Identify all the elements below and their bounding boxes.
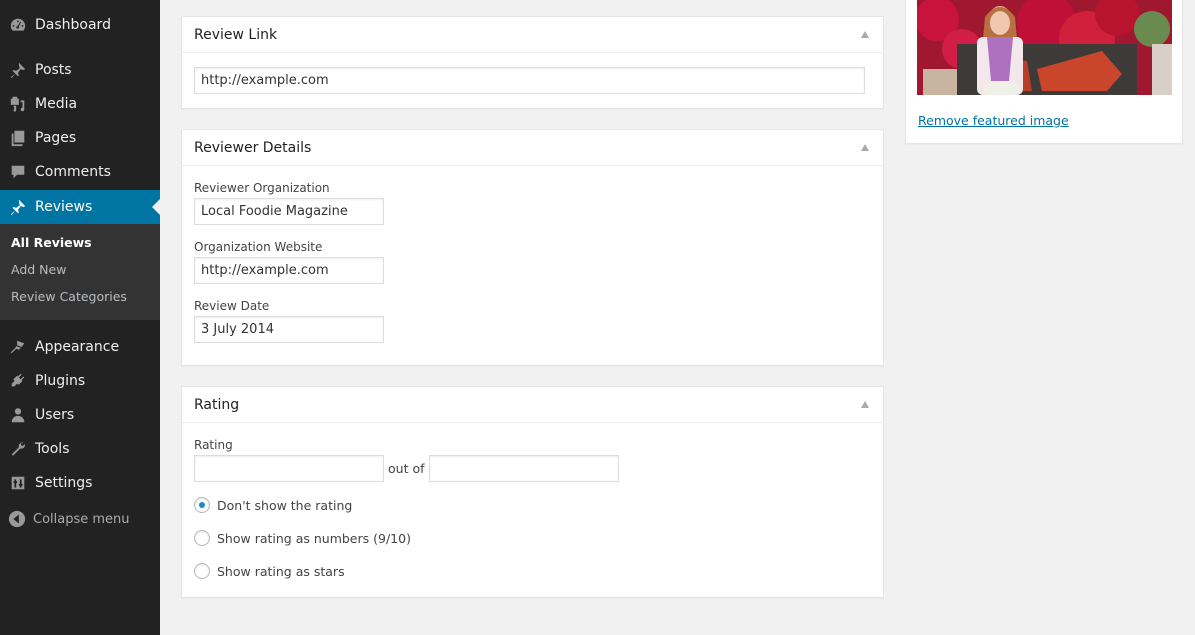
menu-label: Comments — [35, 164, 111, 180]
pushpin-icon — [8, 197, 28, 217]
menu-label: Pages — [35, 130, 77, 146]
collapse-menu-button[interactable]: Collapse menu — [0, 506, 160, 532]
reviewer-organization-input[interactable] — [194, 198, 384, 225]
collapse-toggle-icon[interactable] — [861, 401, 869, 408]
menu-item-reviews[interactable]: Reviews — [0, 190, 160, 224]
menu-item-dashboard[interactable]: Dashboard — [0, 8, 160, 42]
media-icon — [8, 94, 28, 114]
radio-option-stars[interactable]: Show rating as stars — [194, 561, 871, 581]
review-date-input[interactable] — [194, 316, 384, 343]
featured-image-box: Remove featured image — [905, 0, 1183, 144]
out-of-label: out of — [388, 461, 425, 476]
menu-label: Appearance — [35, 339, 120, 355]
menu-label: Plugins — [35, 373, 86, 389]
plugin-icon — [8, 371, 28, 391]
menu-item-posts[interactable]: Posts — [0, 53, 160, 87]
review-link-box: Review Link — [181, 16, 884, 109]
menu-item-settings[interactable]: Settings — [0, 466, 160, 500]
submenu-all-reviews[interactable]: All Reviews — [0, 233, 160, 260]
menu-label: Reviews — [35, 199, 93, 215]
radio-button-checked[interactable] — [194, 497, 210, 513]
review-link-header[interactable]: Review Link — [182, 17, 883, 53]
menu-item-appearance[interactable]: Appearance — [0, 330, 160, 364]
submenu-add-new[interactable]: Add New — [0, 260, 160, 287]
menu-label: Users — [35, 407, 75, 423]
menu-item-plugins[interactable]: Plugins — [0, 364, 160, 398]
box-title: Review Link — [194, 26, 278, 43]
radio-label: Show rating as numbers (9/10) — [217, 530, 411, 546]
radio-label: Don't show the rating — [217, 497, 353, 513]
menu-label: Dashboard — [35, 17, 111, 33]
rating-input[interactable] — [194, 455, 384, 482]
pushpin-icon — [8, 60, 28, 80]
radio-button[interactable] — [194, 530, 210, 546]
menu-label: Settings — [35, 475, 93, 491]
collapse-arrow-icon — [8, 510, 26, 528]
pages-icon — [8, 128, 28, 148]
organization-website-input[interactable] — [194, 257, 384, 284]
menu-item-comments[interactable]: Comments — [0, 155, 160, 189]
radio-option-hide-rating[interactable]: Don't show the rating — [194, 495, 871, 515]
collapse-toggle-icon[interactable] — [861, 144, 869, 151]
reviewer-organization-label: Reviewer Organization — [194, 181, 330, 195]
dashboard-icon — [8, 15, 28, 35]
user-icon — [8, 405, 28, 425]
rating-header[interactable]: Rating — [182, 387, 883, 423]
radio-option-numbers[interactable]: Show rating as numbers (9/10) — [194, 528, 871, 548]
menu-item-pages[interactable]: Pages — [0, 121, 160, 155]
rating-box: Rating Rating out of Don't show the rati… — [181, 386, 884, 598]
radio-button[interactable] — [194, 563, 210, 579]
menu-label: Media — [35, 96, 78, 112]
menu-item-users[interactable]: Users — [0, 398, 160, 432]
reviewer-details-box: Reviewer Details Reviewer Organization O… — [181, 129, 884, 366]
review-link-input[interactable] — [194, 67, 865, 94]
rating-label: Rating — [194, 438, 233, 452]
settings-icon — [8, 473, 28, 493]
menu-label: Tools — [35, 441, 70, 457]
reviewer-details-header[interactable]: Reviewer Details — [182, 130, 883, 166]
box-title: Reviewer Details — [194, 139, 312, 156]
comment-icon — [8, 162, 28, 182]
featured-image[interactable] — [917, 0, 1172, 95]
rating-max-input[interactable] — [428, 455, 619, 482]
wrench-icon — [8, 439, 28, 459]
menu-item-tools[interactable]: Tools — [0, 432, 160, 466]
menu-item-media[interactable]: Media — [0, 87, 160, 121]
organization-website-label: Organization Website — [194, 240, 323, 254]
review-date-label: Review Date — [194, 299, 270, 313]
menu-label: Posts — [35, 62, 72, 78]
collapse-label: Collapse menu — [33, 511, 130, 527]
box-title: Rating — [194, 396, 240, 413]
admin-sidebar: Dashboard Posts Media Pages Comments Rev… — [0, 0, 160, 635]
reviews-submenu: All Reviews Add New Review Categories — [0, 224, 160, 320]
radio-label: Show rating as stars — [217, 563, 345, 579]
collapse-toggle-icon[interactable] — [861, 31, 869, 38]
paintbrush-icon — [8, 337, 28, 357]
submenu-review-categories[interactable]: Review Categories — [0, 287, 160, 314]
remove-featured-image-link[interactable]: Remove featured image — [918, 113, 1069, 128]
